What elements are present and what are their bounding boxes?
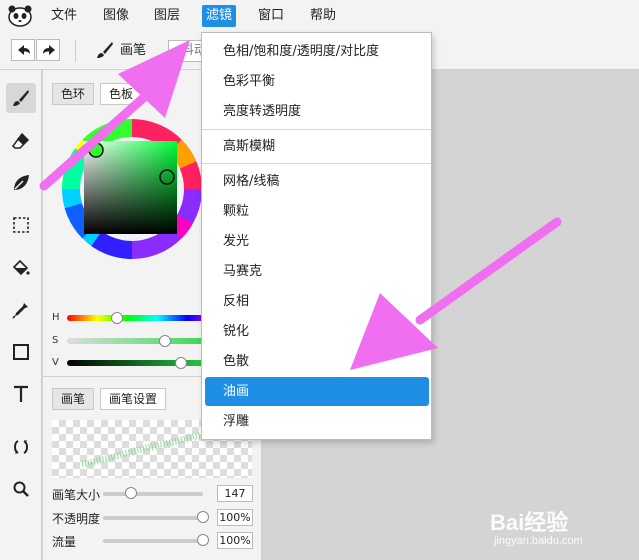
filter-oil-painting[interactable]: 油画: [205, 377, 429, 406]
leaf-icon: [14, 175, 29, 190]
menubar: 文件 图像 图层 滤镜 窗口 帮助: [0, 0, 639, 32]
filter-grid-lineart[interactable]: 网格/线稿: [205, 167, 429, 196]
brush-icon: [13, 90, 29, 106]
paint-bucket-icon: [12, 259, 30, 276]
tab-brush-settings[interactable]: 画笔设置: [100, 388, 167, 410]
text-icon: [14, 385, 28, 402]
tool-rectangle[interactable]: [6, 337, 36, 367]
filter-sharpen[interactable]: 锐化: [205, 317, 429, 346]
filter-color-balance[interactable]: 色彩平衡: [205, 67, 429, 96]
brush-size-label: 画笔大小: [52, 488, 101, 502]
filter-emboss[interactable]: 浮雕: [205, 407, 429, 436]
undo-button[interactable]: [11, 39, 35, 61]
menu-window[interactable]: 窗口: [254, 5, 288, 27]
hue-picker-handle[interactable]: [88, 142, 104, 158]
toolbar-divider: [75, 40, 76, 62]
s-slider[interactable]: [67, 338, 217, 344]
menu-layer[interactable]: 图层: [150, 5, 184, 27]
flow-label: 流量: [52, 535, 77, 549]
filter-mosaic[interactable]: 马赛克: [205, 257, 429, 286]
menu-filter[interactable]: 滤镜: [202, 5, 237, 27]
undo-icon: [18, 45, 30, 55]
filter-invert[interactable]: 反相: [205, 287, 429, 316]
tab-color-wheel[interactable]: 色环: [52, 83, 95, 105]
tool-fill[interactable]: [6, 253, 36, 283]
rectangle-icon: [13, 344, 29, 360]
brush-tool-selector[interactable]: 画笔: [96, 41, 146, 61]
flow-slider[interactable]: [103, 539, 203, 543]
brush-tool-label: 画笔: [120, 43, 147, 58]
flow-knob[interactable]: [197, 534, 209, 546]
opacity-label: 不透明度: [52, 512, 101, 526]
watermark: Bai经验 jingyan.baidu.com: [490, 505, 630, 555]
menu-help[interactable]: 帮助: [306, 5, 340, 27]
v-slider[interactable]: [67, 360, 217, 366]
opacity-slider[interactable]: [103, 516, 203, 520]
brush-size-knob[interactable]: [125, 487, 137, 499]
color-wheel[interactable]: [62, 119, 202, 259]
brush-icon: [97, 42, 113, 58]
filter-luminance-to-alpha[interactable]: 亮度转透明度: [205, 97, 429, 126]
tool-eyedropper[interactable]: [6, 295, 36, 325]
tool-sidebar: [0, 70, 42, 560]
filter-gaussian-blur[interactable]: 高斯模糊: [205, 132, 429, 161]
filter-glow[interactable]: 发光: [205, 227, 429, 256]
marquee-select-icon: [13, 217, 29, 233]
menu-separator: [202, 163, 431, 164]
s-slider-knob[interactable]: [158, 335, 171, 347]
filter-grain[interactable]: 颗粒: [205, 197, 429, 226]
filter-chromatic-aberration[interactable]: 色散: [205, 347, 429, 376]
tool-text[interactable]: [6, 379, 36, 409]
h-slider-label: H: [52, 312, 60, 323]
tool-eraser[interactable]: [6, 126, 36, 156]
tool-select[interactable]: [6, 210, 36, 240]
watermark-url: jingyan.baidu.com: [494, 535, 583, 547]
h-slider[interactable]: [67, 315, 217, 321]
v-slider-label: V: [52, 357, 59, 368]
flow-value[interactable]: 100%: [217, 532, 253, 549]
app-logo-icon: [8, 5, 32, 27]
eraser-icon: [12, 132, 30, 149]
tab-brush[interactable]: 画笔: [52, 388, 95, 410]
menu-separator: [202, 129, 431, 130]
redo-icon: [43, 45, 55, 55]
s-slider-label: S: [52, 335, 59, 346]
tool-brush[interactable]: [6, 83, 36, 113]
filter-menu: 色相/饱和度/透明度/对比度 色彩平衡 亮度转透明度 高斯模糊 网格/线稿 颗粒…: [201, 32, 432, 440]
eyedropper-icon: [12, 303, 28, 319]
tool-zoom[interactable]: [6, 474, 36, 504]
h-slider-knob[interactable]: [110, 312, 123, 324]
tool-transform[interactable]: [6, 432, 36, 462]
filter-hue-saturation[interactable]: 色相/饱和度/透明度/对比度: [205, 37, 429, 66]
opacity-knob[interactable]: [197, 511, 209, 523]
brush-size-value[interactable]: 147: [217, 485, 253, 502]
menu-file[interactable]: 文件: [47, 5, 81, 27]
redo-button[interactable]: [36, 39, 60, 61]
zoom-icon: [13, 481, 29, 497]
opacity-value[interactable]: 100%: [217, 509, 253, 526]
rotate-icon: [14, 440, 28, 454]
tab-swatches[interactable]: 色板: [100, 83, 143, 105]
v-slider-knob[interactable]: [175, 357, 187, 369]
tool-smudge[interactable]: [6, 168, 36, 198]
watermark-brand: Bai经验: [490, 510, 569, 535]
menu-image[interactable]: 图像: [99, 5, 133, 27]
brush-size-slider[interactable]: [103, 492, 203, 496]
